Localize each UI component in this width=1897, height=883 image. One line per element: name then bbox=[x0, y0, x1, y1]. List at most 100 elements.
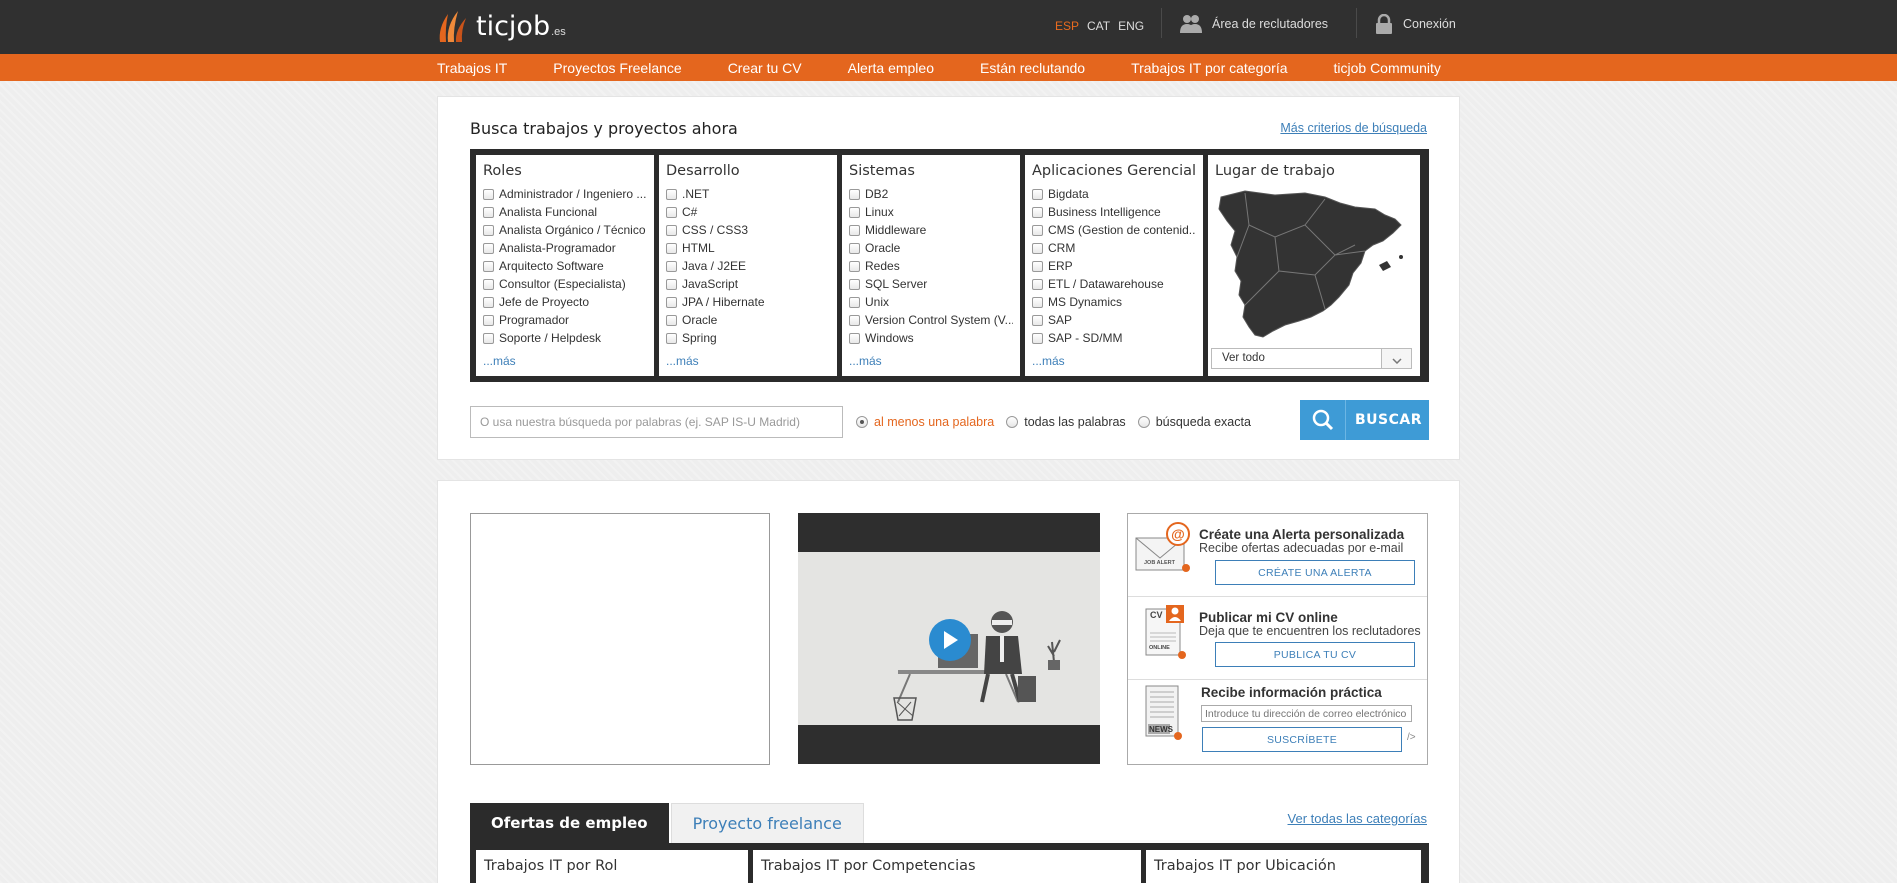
filter-option[interactable]: ETL / Datawarehouse bbox=[1032, 275, 1196, 293]
filter-option[interactable]: HTML bbox=[666, 239, 830, 257]
filter-option[interactable]: JPA / Hibernate bbox=[666, 293, 830, 311]
filter-option[interactable]: Oracle bbox=[849, 239, 1013, 257]
radio-exact[interactable]: búsqueda exacta bbox=[1137, 415, 1251, 429]
checkbox[interactable] bbox=[666, 224, 677, 236]
more-sistemas-link[interactable]: ...más bbox=[849, 354, 882, 368]
checkbox[interactable] bbox=[483, 242, 494, 254]
checkbox[interactable] bbox=[1032, 278, 1043, 290]
checkbox[interactable] bbox=[666, 242, 677, 254]
filter-option[interactable]: SAP bbox=[1032, 311, 1196, 329]
filter-option[interactable]: CSS / CSS3 bbox=[666, 221, 830, 239]
checkbox[interactable] bbox=[666, 260, 677, 272]
more-criteria-link[interactable]: Más criterios de búsqueda bbox=[1280, 121, 1427, 135]
checkbox[interactable] bbox=[849, 332, 860, 344]
checkbox[interactable] bbox=[483, 278, 494, 290]
nav-alerta-empleo[interactable]: Alerta empleo bbox=[848, 60, 934, 76]
checkbox[interactable] bbox=[1032, 188, 1043, 200]
play-icon[interactable] bbox=[929, 619, 971, 661]
location-select[interactable]: Ver todo bbox=[1211, 348, 1412, 369]
filter-option[interactable]: Analista Funcional bbox=[483, 203, 647, 221]
spain-map[interactable] bbox=[1215, 185, 1411, 345]
filter-option[interactable]: Administrador / Ingeniero ... bbox=[483, 185, 647, 203]
more-roles-link[interactable]: ...más bbox=[483, 354, 516, 368]
filter-option[interactable]: SAP - SD/MM bbox=[1032, 329, 1196, 347]
more-desarrollo-link[interactable]: ...más bbox=[666, 354, 699, 368]
filter-option[interactable]: Bigdata bbox=[1032, 185, 1196, 203]
tab-proyecto-freelance[interactable]: Proyecto freelance bbox=[670, 803, 864, 843]
ticjob-logo[interactable]: ticjob .es bbox=[436, 6, 566, 46]
search-button[interactable]: BUSCAR bbox=[1300, 400, 1429, 440]
checkbox[interactable] bbox=[849, 242, 860, 254]
checkbox[interactable] bbox=[849, 224, 860, 236]
checkbox[interactable] bbox=[666, 314, 677, 326]
filter-option[interactable]: CRM bbox=[1032, 239, 1196, 257]
checkbox[interactable] bbox=[849, 206, 860, 218]
video-player[interactable] bbox=[798, 513, 1100, 764]
filter-option[interactable]: Unix bbox=[849, 293, 1013, 311]
radio-all-words[interactable]: todas las palabras bbox=[1006, 415, 1126, 429]
checkbox[interactable] bbox=[1032, 260, 1043, 272]
filter-option[interactable]: Arquitecto Software bbox=[483, 257, 647, 275]
more-aplicaciones-link[interactable]: ...más bbox=[1032, 354, 1065, 368]
checkbox[interactable] bbox=[849, 314, 860, 326]
filter-option[interactable]: Jefe de Proyecto bbox=[483, 293, 647, 311]
keyword-search-input[interactable] bbox=[470, 406, 843, 438]
filter-option[interactable]: Spring bbox=[666, 329, 830, 347]
filter-option[interactable]: DB2 bbox=[849, 185, 1013, 203]
nav-trabajos-categoria[interactable]: Trabajos IT por categoría bbox=[1131, 60, 1287, 76]
radio-any-word[interactable]: al menos una palabra bbox=[856, 415, 994, 429]
tab-ofertas-empleo[interactable]: Ofertas de empleo bbox=[470, 803, 669, 843]
lang-cat[interactable]: CAT bbox=[1087, 19, 1110, 33]
checkbox[interactable] bbox=[666, 206, 677, 218]
filter-option[interactable]: CMS (Gestion de contenid... bbox=[1032, 221, 1196, 239]
checkbox[interactable] bbox=[483, 224, 494, 236]
filter-option[interactable]: Windows bbox=[849, 329, 1013, 347]
checkbox[interactable] bbox=[483, 314, 494, 326]
checkbox[interactable] bbox=[483, 206, 494, 218]
filter-option[interactable]: C# bbox=[666, 203, 830, 221]
checkbox[interactable] bbox=[1032, 332, 1043, 344]
checkbox[interactable] bbox=[483, 332, 494, 344]
checkbox[interactable] bbox=[1032, 296, 1043, 308]
nav-estan-reclutando[interactable]: Están reclutando bbox=[980, 60, 1085, 76]
filter-option[interactable]: Version Control System (V... bbox=[849, 311, 1013, 329]
checkbox[interactable] bbox=[849, 260, 860, 272]
checkbox[interactable] bbox=[666, 332, 677, 344]
filter-option[interactable]: Linux bbox=[849, 203, 1013, 221]
filter-option[interactable]: Java / J2EE bbox=[666, 257, 830, 275]
filter-option[interactable]: Business Intelligence bbox=[1032, 203, 1196, 221]
login-link[interactable]: Conexión bbox=[1375, 14, 1456, 34]
checkbox[interactable] bbox=[849, 188, 860, 200]
checkbox[interactable] bbox=[666, 296, 677, 308]
nav-trabajos-it[interactable]: Trabajos IT bbox=[437, 60, 507, 76]
newsletter-email-input[interactable] bbox=[1201, 705, 1412, 722]
checkbox[interactable] bbox=[849, 278, 860, 290]
nav-community[interactable]: ticjob Community bbox=[1334, 60, 1441, 76]
filter-option[interactable]: JavaScript bbox=[666, 275, 830, 293]
filter-option[interactable]: Soporte / Helpdesk bbox=[483, 329, 647, 347]
checkbox[interactable] bbox=[849, 296, 860, 308]
checkbox[interactable] bbox=[483, 296, 494, 308]
checkbox[interactable] bbox=[1032, 242, 1043, 254]
filter-option[interactable]: MS Dynamics bbox=[1032, 293, 1196, 311]
checkbox[interactable] bbox=[483, 260, 494, 272]
publish-cv-button[interactable]: PUBLICA TU CV bbox=[1215, 642, 1415, 667]
filter-option[interactable]: Programador bbox=[483, 311, 647, 329]
filter-option[interactable]: ERP bbox=[1032, 257, 1196, 275]
checkbox[interactable] bbox=[666, 188, 677, 200]
nav-crear-cv[interactable]: Crear tu CV bbox=[728, 60, 802, 76]
checkbox[interactable] bbox=[1032, 314, 1043, 326]
create-alert-button[interactable]: CRÉATE UNA ALERTA bbox=[1215, 560, 1415, 585]
lang-esp[interactable]: ESP bbox=[1055, 19, 1079, 33]
recruiters-link[interactable]: Área de reclutadores bbox=[1180, 14, 1328, 34]
nav-proyectos-freelance[interactable]: Proyectos Freelance bbox=[553, 60, 681, 76]
filter-option[interactable]: Consultor (Especialista) bbox=[483, 275, 647, 293]
filter-option[interactable]: Analista-Programador bbox=[483, 239, 647, 257]
filter-option[interactable]: Redes bbox=[849, 257, 1013, 275]
filter-option[interactable]: Oracle bbox=[666, 311, 830, 329]
checkbox[interactable] bbox=[1032, 224, 1043, 236]
checkbox[interactable] bbox=[1032, 206, 1043, 218]
filter-option[interactable]: SQL Server bbox=[849, 275, 1013, 293]
subscribe-button[interactable]: SUSCRÍBETE bbox=[1202, 727, 1402, 752]
lang-eng[interactable]: ENG bbox=[1118, 19, 1144, 33]
